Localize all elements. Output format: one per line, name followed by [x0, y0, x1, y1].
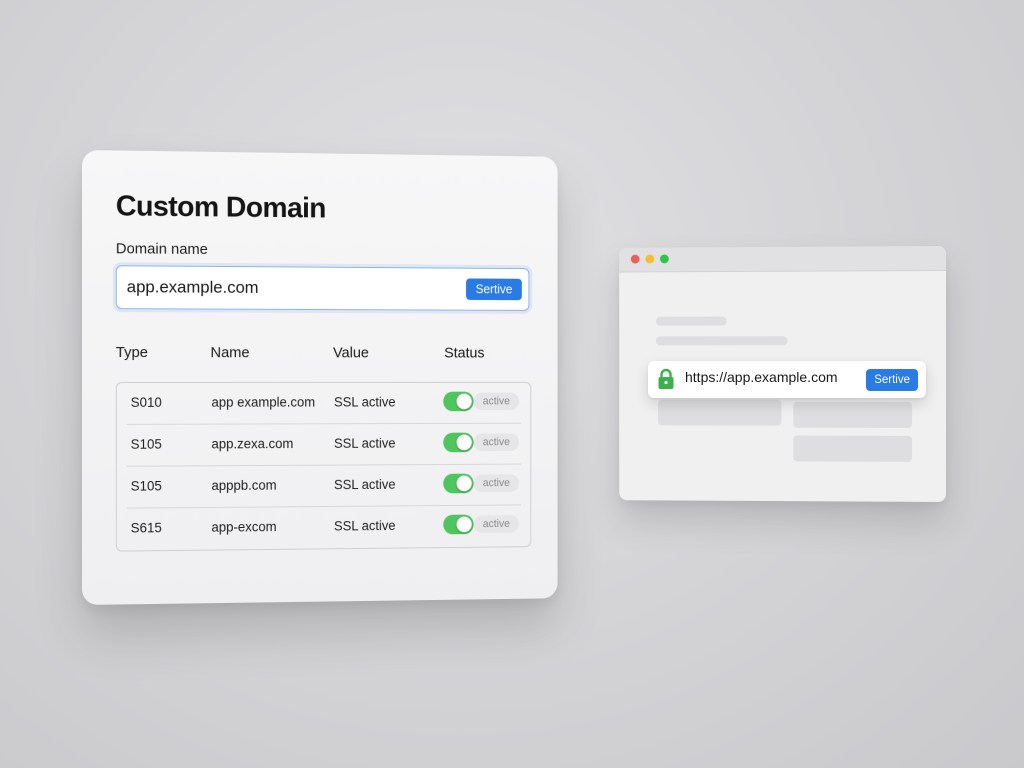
record-type: S105 — [130, 478, 162, 494]
record-value: SSL active — [333, 394, 396, 410]
placeholder-block — [658, 399, 782, 426]
domain-name-label: Domain name — [115, 240, 208, 258]
status-toggle[interactable] — [443, 432, 474, 453]
column-header-status: Status — [444, 344, 485, 362]
desktop-background: Custom Domain Domain name app.example.co… — [0, 0, 1024, 768]
table-row: S105 apppb.com SSL active active — [117, 464, 531, 509]
record-name: apppb.com — [211, 477, 277, 494]
status-toggle[interactable] — [443, 514, 474, 535]
placeholder-block — [793, 401, 913, 428]
browser-title-bar — [619, 246, 946, 273]
column-header-value: Value — [333, 344, 369, 362]
url-text: https://app.example.com — [685, 369, 838, 385]
record-type: S010 — [130, 394, 162, 410]
toggle-knob — [456, 516, 472, 533]
address-serve-button[interactable]: Sertive — [866, 369, 918, 391]
record-name: app-excom — [211, 519, 277, 535]
record-type: S105 — [130, 436, 162, 452]
serve-button[interactable]: Sertive — [466, 278, 522, 301]
toggle-knob — [456, 393, 472, 410]
column-header-type: Type — [115, 344, 149, 362]
status-badge: active — [473, 392, 520, 411]
record-value: SSL active — [333, 435, 396, 451]
toggle-knob — [456, 475, 472, 492]
domain-name-input[interactable]: app.example.com Sertive — [115, 265, 530, 311]
placeholder-line — [656, 336, 788, 346]
placeholder-block — [793, 435, 913, 462]
status-badge: active — [473, 433, 520, 452]
status-toggle[interactable] — [443, 473, 474, 494]
table-row: S615 app-excom SSL active active — [117, 505, 531, 550]
record-name: app.zexa.com — [211, 436, 294, 452]
lock-icon — [658, 368, 674, 389]
record-name: app example.com — [211, 394, 316, 410]
toggle-knob — [456, 434, 472, 451]
placeholder-line — [656, 316, 727, 326]
table-row: S010 app example.com SSL active active — [117, 383, 531, 425]
table-row: S105 app.zexa.com SSL active active — [117, 424, 531, 467]
maximize-window-button[interactable] — [660, 254, 669, 264]
minimize-window-button[interactable] — [645, 254, 655, 264]
address-bar[interactable]: https://app.example.com Sertive — [648, 361, 926, 398]
status-toggle[interactable] — [443, 391, 474, 412]
column-header-name: Name — [210, 344, 250, 362]
close-window-button[interactable] — [630, 254, 640, 264]
record-type: S615 — [130, 520, 162, 536]
dns-records-table: S010 app example.com SSL active active S… — [115, 381, 532, 552]
record-value: SSL active — [333, 477, 396, 493]
status-badge: active — [473, 515, 520, 534]
domain-input-value: app.example.com — [126, 277, 259, 297]
custom-domain-panel: Custom Domain Domain name app.example.co… — [82, 150, 558, 605]
status-badge: active — [473, 474, 520, 493]
panel-title: Custom Domain — [115, 190, 326, 225]
record-value: SSL active — [333, 518, 396, 534]
